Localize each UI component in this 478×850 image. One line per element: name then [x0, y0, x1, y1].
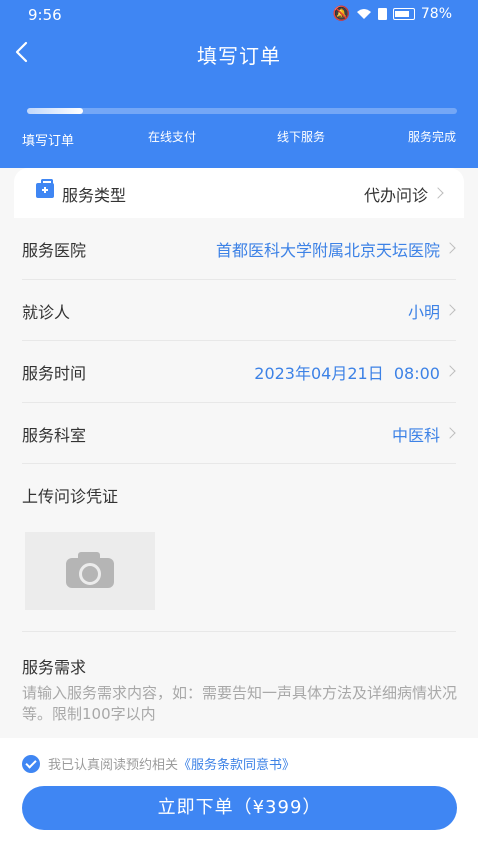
service-type-value: 代办问诊	[363, 186, 428, 205]
chevron-right-icon	[432, 187, 444, 199]
agreement-row: 我已认真阅读预约相关 《服务条款同意书》	[22, 754, 295, 773]
hospital-value: 首都医科大学附属北京天坛医院	[215, 241, 440, 260]
medical-kit-icon	[36, 179, 54, 198]
battery-percent: 78%	[420, 6, 452, 22]
sim-icon	[377, 8, 387, 20]
department-value: 中医科	[391, 425, 440, 445]
progress-fill	[27, 108, 83, 114]
wifi-icon	[356, 9, 371, 19]
chevron-right-icon	[444, 365, 456, 377]
department-label: 服务科室	[22, 425, 87, 445]
patient-label: 就诊人	[22, 302, 71, 322]
form-rows: 服务医院 首都医科大学附属北京天坛医院 就诊人 小明 服务时间 2023年04月…	[0, 218, 478, 464]
row-hospital[interactable]: 服务医院 首都医科大学附属北京天坛医院	[22, 218, 456, 280]
terms-link[interactable]: 《服务条款同意书》	[178, 754, 295, 773]
service-type-row[interactable]: 服务类型 代办问诊	[14, 168, 464, 218]
mute-icon: 🔕	[332, 6, 350, 22]
upload-title: 上传问诊凭证	[22, 487, 119, 506]
submit-order-button[interactable]: 立即下单（¥399）	[22, 786, 457, 830]
chevron-right-icon	[444, 303, 456, 316]
camera-lens	[79, 563, 101, 585]
status-bar: 9:56 🔕 78%	[0, 0, 478, 30]
service-type-label: 服务类型	[62, 186, 127, 205]
status-icons: 🔕 78%	[332, 6, 452, 22]
step-service-complete: 服务完成	[407, 130, 456, 144]
agreement-checkbox[interactable]	[22, 754, 40, 773]
chevron-right-icon	[444, 242, 456, 254]
service-demand-title: 服务需求	[22, 658, 87, 677]
row-service-time[interactable]: 服务时间 2023年04月21日 08:00	[22, 341, 456, 403]
battery-icon	[392, 8, 415, 20]
step-fill-order: 填写订单	[22, 134, 75, 149]
step-online-payment: 在线支付	[148, 130, 197, 144]
chevron-right-icon	[444, 426, 456, 439]
patient-value: 小明	[407, 302, 440, 322]
service-demand-input[interactable]: 请输入服务需求内容，如：需要告知一声具体方法及详细病情状况等。限制100字以内	[22, 683, 458, 729]
service-time-label: 服务时间	[22, 364, 87, 383]
upload-photo-button[interactable]	[25, 532, 155, 610]
upload-section: 上传问诊凭证	[22, 464, 456, 632]
progress-bar	[27, 108, 457, 114]
page-title: 填写订单	[197, 44, 281, 68]
step-offline-service: 线下服务	[277, 130, 326, 144]
status-time: 9:56	[28, 6, 62, 24]
row-patient[interactable]: 就诊人 小明	[22, 280, 456, 341]
bottom-bar: 我已认真阅读预约相关 《服务条款同意书》 立即下单（¥399）	[0, 738, 478, 850]
row-department[interactable]: 服务科室 中医科	[22, 403, 456, 464]
agreement-text: 我已认真阅读预约相关	[48, 758, 179, 773]
service-time-value: 2023年04月21日 08:00	[254, 364, 440, 383]
hospital-label: 服务医院	[22, 241, 87, 260]
